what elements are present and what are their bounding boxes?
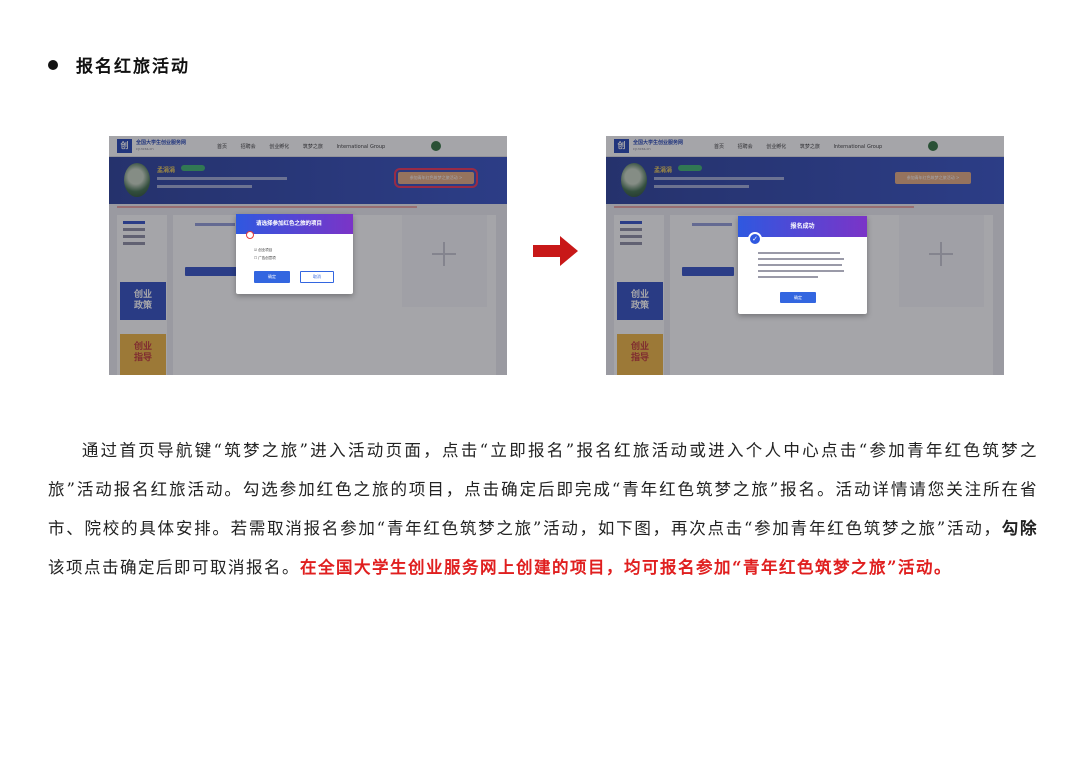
- screenshot-register-success: 创 全国大学生创业服务网 cy.ncss.cn 首页 招聘会 创业孵化 筑梦之旅…: [606, 136, 1004, 375]
- project-checkbox[interactable]: ☐ 广告创意项: [254, 256, 276, 261]
- check-icon: ✓: [748, 232, 762, 246]
- message-line: [758, 252, 840, 254]
- select-project-dialog: 请选择参加红色之旅的项目 ☑ 创业项目 ☐ 广告创意项 确定 取消: [236, 214, 353, 294]
- paragraph-text-2: 该项点击确定后即可取消报名。: [48, 558, 300, 577]
- success-dialog: 报名成功 ✓ 确定: [738, 216, 867, 314]
- right-arrow-icon: [533, 236, 578, 266]
- section-heading: 报名红旅活动: [48, 52, 190, 77]
- confirm-button[interactable]: 确定: [780, 292, 816, 303]
- cancel-button[interactable]: 取消: [300, 271, 334, 283]
- message-line: [758, 258, 844, 260]
- project-checkbox[interactable]: ☑ 创业项目: [254, 248, 272, 253]
- paragraph-highlight-text: 在全国大学生创业服务网上创建的项目，均可报名参加“青年红色筑梦之旅”活动。: [300, 558, 952, 577]
- alert-icon: [246, 231, 254, 239]
- dialog-title: 请选择参加红色之旅的项目: [236, 214, 353, 234]
- message-line: [758, 276, 818, 278]
- heading-text: 报名红旅活动: [76, 57, 190, 77]
- message-line: [758, 270, 844, 272]
- paragraph-text: 通过首页导航键“筑梦之旅”进入活动页面，点击“立即报名”报名红旅活动或进入个人中…: [48, 441, 1038, 538]
- message-line: [758, 264, 842, 266]
- screenshot-select-project: 创 全国大学生创业服务网 cy.ncss.cn 首页 招聘会 创业孵化 筑梦之旅…: [109, 136, 507, 375]
- paragraph-bold-text: 勾除: [1001, 519, 1038, 538]
- instruction-paragraph: 通过首页导航键“筑梦之旅”进入活动页面，点击“立即报名”报名红旅活动或进入个人中…: [48, 431, 1038, 587]
- confirm-button[interactable]: 确定: [254, 271, 290, 283]
- bullet-dot: [48, 59, 58, 70]
